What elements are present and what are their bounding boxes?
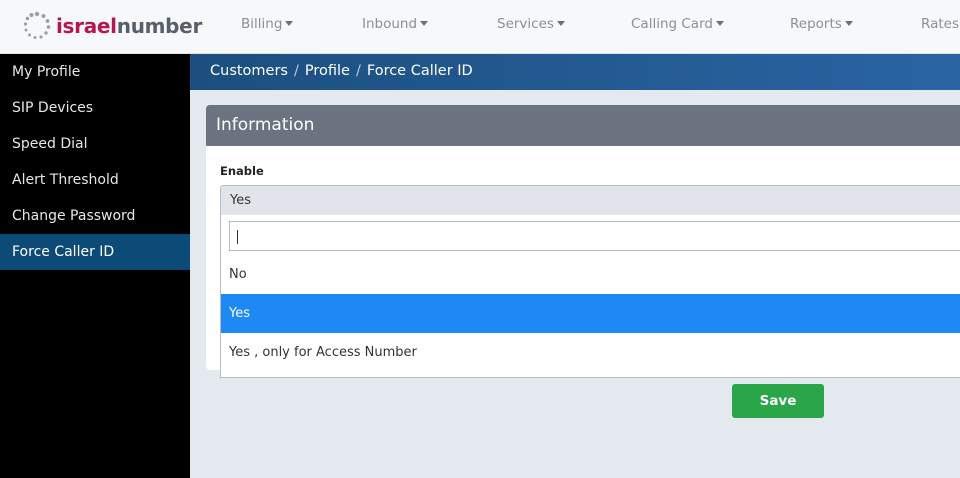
caret-down-icon bbox=[556, 21, 565, 26]
brand-name-part2: number bbox=[116, 14, 203, 38]
nav-rates[interactable]: Rates bbox=[921, 16, 959, 32]
nav-label: Calling Card bbox=[631, 16, 713, 32]
dropdown-option-no[interactable]: No bbox=[221, 255, 960, 294]
sidebar-item-my-profile[interactable]: My Profile bbox=[0, 54, 190, 90]
nav-inbound[interactable]: Inbound bbox=[362, 16, 429, 32]
nav-billing[interactable]: Billing bbox=[241, 16, 294, 32]
top-navbar: israelnumber Billing Inbound Services Ca… bbox=[0, 0, 960, 54]
caret-down-icon bbox=[715, 21, 724, 26]
nav-reports[interactable]: Reports bbox=[790, 16, 853, 32]
nav-calling-card[interactable]: Calling Card bbox=[631, 16, 724, 32]
sidebar-item-sip-devices[interactable]: SIP Devices bbox=[0, 90, 190, 126]
nav-label: Billing bbox=[241, 16, 283, 32]
sidebar-item-alert-threshold[interactable]: Alert Threshold bbox=[0, 162, 190, 198]
enable-select[interactable]: Yes bbox=[220, 185, 960, 216]
nav-label: Inbound bbox=[362, 16, 418, 32]
caret-down-icon bbox=[844, 21, 853, 26]
nav-label: Services bbox=[497, 16, 554, 32]
text-cursor bbox=[237, 230, 238, 244]
caret-down-icon bbox=[420, 21, 429, 26]
breadcrumb-separator: / bbox=[355, 63, 361, 79]
enable-dropdown-menu: No Yes Yes , only for Access Number bbox=[220, 215, 960, 378]
save-button[interactable]: Save bbox=[732, 384, 824, 418]
logo-dots-icon bbox=[22, 11, 52, 41]
breadcrumb: Customers / Profile / Force Caller ID bbox=[210, 63, 473, 79]
enable-label: Enable bbox=[220, 164, 264, 178]
breadcrumb-profile[interactable]: Profile bbox=[305, 63, 350, 79]
breadcrumb-separator: / bbox=[294, 63, 299, 79]
sidebar-item-change-password[interactable]: Change Password bbox=[0, 198, 190, 234]
nav-label: Reports bbox=[790, 16, 842, 32]
sidebar: My Profile SIP Devices Speed Dial Alert … bbox=[0, 54, 190, 478]
breadcrumb-current: Force Caller ID bbox=[366, 63, 473, 79]
brand-name-part1: israel bbox=[56, 14, 117, 38]
dropdown-option-yes[interactable]: Yes bbox=[221, 294, 960, 333]
sidebar-item-speed-dial[interactable]: Speed Dial bbox=[0, 126, 190, 162]
dropdown-search-input[interactable] bbox=[229, 221, 960, 251]
caret-down-icon bbox=[285, 21, 294, 26]
nav-services[interactable]: Services bbox=[497, 16, 565, 32]
nav-label: Rates bbox=[921, 16, 959, 32]
brand-name: israelnumber bbox=[56, 14, 202, 38]
sidebar-item-force-caller-id[interactable]: Force Caller ID bbox=[0, 234, 190, 270]
card-title: Information bbox=[206, 105, 960, 146]
dropdown-option-yes-access-number[interactable]: Yes , only for Access Number bbox=[221, 333, 960, 372]
breadcrumb-bar: Customers / Profile / Force Caller ID bbox=[190, 54, 960, 90]
brand-logo[interactable]: israelnumber bbox=[22, 10, 202, 42]
breadcrumb-customers[interactable]: Customers bbox=[210, 63, 288, 79]
